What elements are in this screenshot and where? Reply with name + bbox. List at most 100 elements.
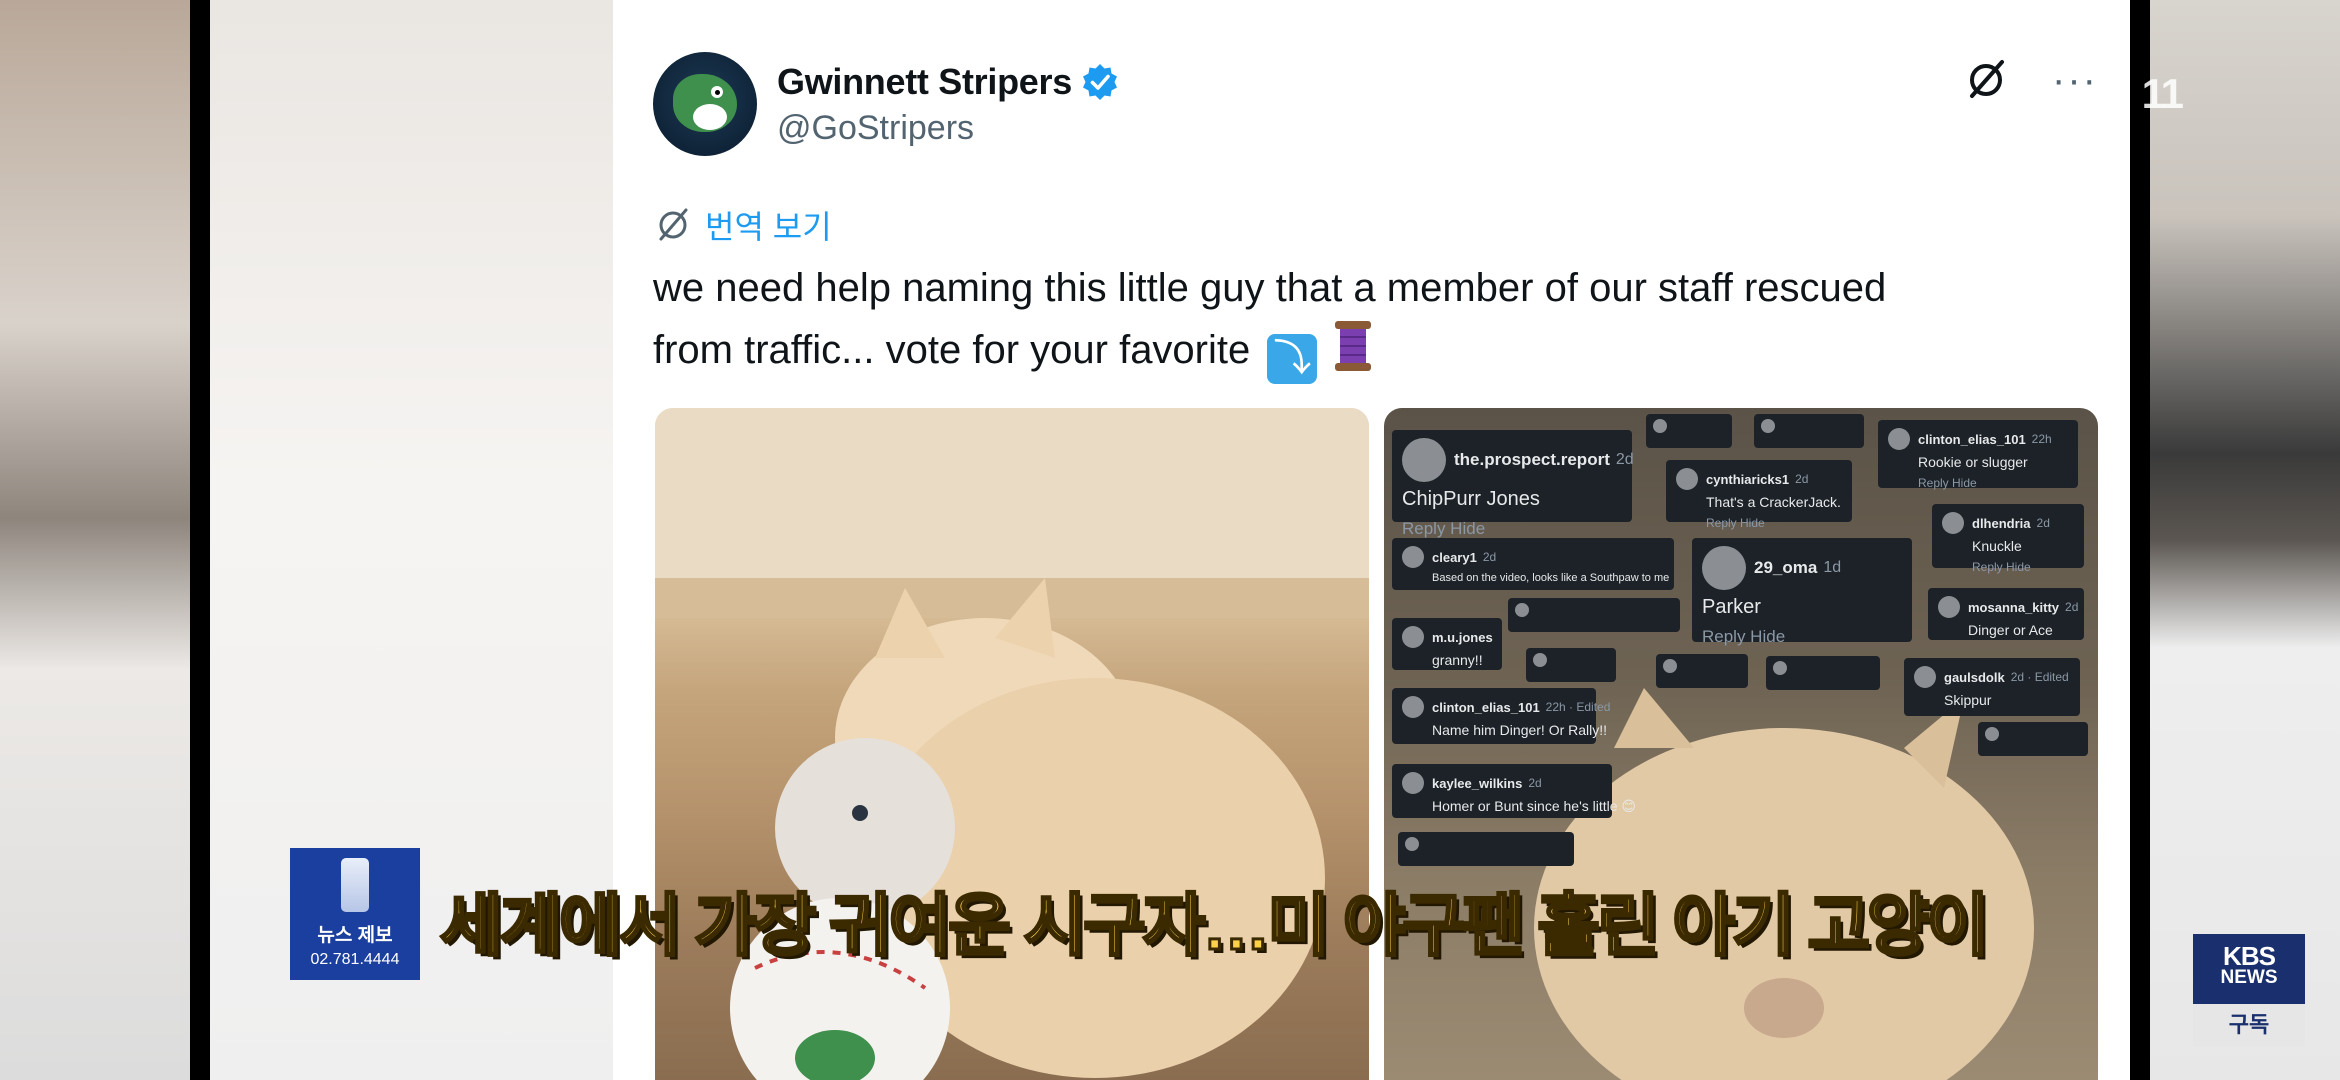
comment-card: m.u.jones granny!! <box>1392 618 1502 670</box>
comment-card: the.prospect.report 2d ChipPurr Jones Rep… <box>1392 430 1634 538</box>
comment-user: gaulsdolk <box>1944 669 2005 685</box>
avatar <box>1402 626 1424 648</box>
comment-head: cynthiaricks1 2d <box>1676 468 1842 490</box>
tweet-text-line1: we need help naming this little guy that… <box>653 266 1887 310</box>
avatar <box>1914 666 1936 688</box>
comment-card <box>1766 656 1880 690</box>
grok-icon[interactable] <box>1962 56 2010 104</box>
comment-body: Knuckle <box>1972 538 2022 554</box>
avatar <box>1515 603 1529 617</box>
arrow-down-emoji-icon: ⤵ <box>1267 334 1318 384</box>
grok-translate-icon <box>659 208 688 241</box>
tweet-text: we need help naming this little guy that… <box>653 258 2113 384</box>
comment-head: gaulsdolk 2d · Edited <box>1914 666 2070 688</box>
comment-card <box>1646 414 1732 448</box>
comment-body: Parker <box>1702 596 1761 618</box>
comment-head <box>1761 419 1857 433</box>
name-row: Gwinnett Stripers <box>777 61 1120 103</box>
comment-body: Based on the video, looks like a Southpa… <box>1432 572 1670 584</box>
kbs-logo-text: KBS <box>2223 941 2276 971</box>
comment-user: cleary1 <box>1432 549 1477 565</box>
kbs-news-logo: KBS NEWS <box>2193 934 2305 1004</box>
comment-head: clinton_elias_101 22h · Edited <box>1402 696 1610 718</box>
comment-time: 2d <box>2036 516 2050 530</box>
comment-head: cleary1 2d <box>1402 546 1664 568</box>
comment-user: kaylee_wilkins <box>1432 775 1523 791</box>
news-tip-box: 뉴스 제보 02.781.4444 <box>290 848 420 980</box>
comment-actions: Reply Hide <box>1972 560 2031 574</box>
news-tip-label: 뉴스 제보 <box>317 925 393 946</box>
comment-user: cynthiaricks1 <box>1706 471 1790 487</box>
comment-user: mosanna_kitty <box>1968 599 2060 615</box>
comment-card <box>1508 598 1680 632</box>
translate-link[interactable]: 번역 보기 <box>705 202 832 248</box>
comment-card <box>1656 654 1748 688</box>
avatar <box>1402 696 1424 718</box>
comment-head: m.u.jones <box>1402 626 1493 648</box>
comment-head <box>1515 603 1673 617</box>
comment-time: 2d · Edited <box>2010 670 2069 684</box>
avatar <box>1938 596 1960 618</box>
comment-card <box>1398 832 1574 866</box>
comment-actions: Reply Hide <box>1702 627 1786 646</box>
comment-card: 29_oma 1d Parker Reply Hide <box>1692 538 1912 646</box>
tweet-photo-kitten-ball[interactable] <box>655 408 1369 1080</box>
comment-head <box>1985 727 2081 741</box>
comment-card: cleary1 2d Based on the video, looks like… <box>1392 538 1674 590</box>
comment-user: dlhendria <box>1972 515 2031 531</box>
comment-head <box>1405 837 1567 851</box>
comment-head <box>1663 659 1741 673</box>
blurred-background-left <box>0 0 190 1080</box>
avatar <box>1676 468 1698 490</box>
comment-card: mosanna_kitty 2d Dinger or Ace <box>1928 588 2084 640</box>
blurred-background-right <box>2150 0 2340 1080</box>
comment-user: 29_oma <box>1754 558 1818 577</box>
display-name[interactable]: Gwinnett Stripers <box>777 61 1072 103</box>
comment-time: 2d <box>1615 451 1634 468</box>
tweet-photo-comments-collage[interactable]: the.prospect.report 2d ChipPurr Jones Rep… <box>1384 408 2098 1080</box>
comment-body: ChipPurr Jones <box>1402 488 1540 510</box>
more-options-icon[interactable]: ··· <box>2052 60 2098 100</box>
comment-head <box>1773 661 1873 675</box>
handle[interactable]: @GoStripers <box>777 109 1120 148</box>
comment-head: kaylee_wilkins 2d <box>1402 772 1602 794</box>
comment-card: clinton_elias_101 22h · Edited Name him D… <box>1392 688 1610 744</box>
comment-user: m.u.jones <box>1432 629 1493 645</box>
comment-user: clinton_elias_101 <box>1432 699 1540 715</box>
avatar <box>1773 661 1787 675</box>
comment-body: Skippur <box>1944 692 1992 708</box>
subscribe-label: 구독 <box>2193 1004 2305 1046</box>
fish-pupil <box>715 90 720 95</box>
comment-head: 29_oma 1d <box>1702 546 1902 590</box>
avatar <box>1402 438 1446 482</box>
comment-time: 2d <box>1482 550 1497 564</box>
phone-icon <box>341 858 369 912</box>
comment-head <box>1533 653 1609 667</box>
comment-card: gaulsdolk 2d · Edited Skippur <box>1904 658 2080 716</box>
translate-row[interactable]: 번역 보기 <box>653 202 832 248</box>
avatar <box>1985 727 1999 741</box>
tweet-header: Gwinnett Stripers @GoStripers <box>653 52 1120 156</box>
comment-actions: Reply Hide <box>1918 476 1977 490</box>
comment-card: kaylee_wilkins 2d Homer or Bunt since he'… <box>1392 764 1636 818</box>
comment-card: cynthiaricks1 2d That's a CrackerJack. Re… <box>1666 460 1852 530</box>
comment-user: the.prospect.report <box>1454 450 1610 469</box>
comment-head: the.prospect.report 2d <box>1402 438 1634 482</box>
avatar <box>1402 772 1424 794</box>
comment-head <box>1653 419 1725 433</box>
comment-card: clinton_elias_101 22h Rookie or slugger R… <box>1878 420 2078 490</box>
comment-time: 22h <box>2031 432 2052 446</box>
comment-time: 2d <box>1528 776 1542 790</box>
tweet-text-line2: from traffic... vote for your favorite <box>653 328 1251 372</box>
comment-actions: Reply Hide <box>1706 516 1765 530</box>
comment-time: 2d <box>1795 472 1809 486</box>
comment-head: mosanna_kitty 2d <box>1938 596 2078 618</box>
comment-card: dlhendria 2d Knuckle Reply Hide <box>1932 504 2084 574</box>
comment-card <box>1754 414 1864 448</box>
avatar <box>1761 419 1775 433</box>
kbs-subscribe-button[interactable]: KBS NEWS 구독 <box>2193 934 2305 1046</box>
avatar <box>1533 653 1547 667</box>
avatar <box>1942 512 1964 534</box>
avatar[interactable] <box>653 52 757 156</box>
avatar <box>1663 659 1677 673</box>
